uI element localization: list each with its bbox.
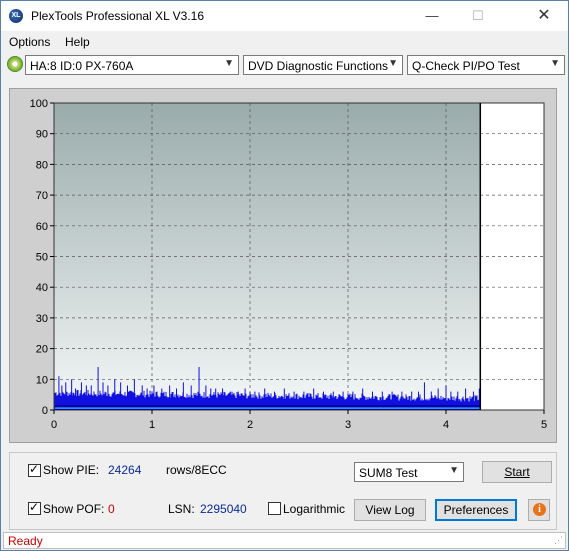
resize-grip-icon[interactable]: ⋰ — [554, 535, 563, 546]
y-tick-label: 40 — [36, 282, 48, 294]
chart-panel: 0 10 20 30 40 50 60 70 80 90 100 0 1 2 3 4 5 — [9, 88, 557, 443]
lsn-value: 2295040 — [200, 502, 247, 516]
app-window: XL PlexTools Professional XL V3.16 — ☐ ✕… — [0, 0, 569, 551]
x-tick-label: 3 — [345, 419, 351, 431]
start-button-label: Start — [504, 465, 530, 479]
x-tick-label: 1 — [149, 419, 155, 431]
y-tick-label: 30 — [36, 313, 48, 325]
logarithmic-checkbox[interactable] — [268, 502, 281, 515]
y-tick-label: 10 — [36, 374, 48, 386]
status-text: Ready — [8, 534, 43, 548]
preferences-button[interactable]: Preferences — [435, 499, 517, 521]
test-type-select-value: Q-Check PI/PO Test — [412, 59, 520, 73]
chevron-down-icon: ▼ — [550, 58, 560, 69]
pie-value: 24264 — [108, 463, 142, 477]
y-tick-label: 100 — [30, 98, 48, 110]
drive-select[interactable]: HA:8 ID:0 PX-760A ▼ — [25, 55, 239, 75]
control-panel: Show PIE: 24264 rows/8ECC SUM8 Test ▼ St… — [9, 452, 557, 530]
pipo-chart: 0 10 20 30 40 50 60 70 80 90 100 0 1 2 3 4 5 — [30, 98, 547, 431]
menu-bar: Options Help — [1, 32, 568, 52]
drive-select-value: HA:8 ID:0 PX-760A — [30, 59, 134, 73]
start-button[interactable]: Start — [482, 461, 552, 483]
sum-test-select-value: SUM8 Test — [359, 466, 418, 480]
lsn-label: LSN: — [168, 502, 195, 516]
pof-value: 0 — [108, 502, 115, 516]
minimize-button[interactable]: — — [409, 1, 455, 31]
status-bar: Ready ⋰ — [3, 532, 566, 549]
chevron-down-icon: ▼ — [224, 58, 234, 69]
sum-test-select[interactable]: SUM8 Test ▼ — [354, 462, 464, 482]
chevron-down-icon: ▼ — [388, 58, 398, 69]
x-tick-label: 0 — [51, 419, 57, 431]
y-tick-label: 80 — [36, 159, 48, 171]
menu-help[interactable]: Help — [65, 35, 90, 49]
view-log-button[interactable]: View Log — [354, 499, 426, 521]
plextools-logo-icon: XL — [9, 9, 23, 23]
title-bar: XL PlexTools Professional XL V3.16 — ☐ ✕ — [1, 1, 568, 31]
y-tick-label: 20 — [36, 344, 48, 356]
y-tick-label: 70 — [36, 190, 48, 202]
x-tick-label: 4 — [443, 419, 449, 431]
menu-options[interactable]: Options — [9, 35, 50, 49]
info-icon: i — [533, 503, 546, 516]
preferences-button-label: Preferences — [443, 503, 509, 517]
x-tick-label: 5 — [541, 419, 547, 431]
info-button[interactable]: i — [528, 499, 550, 521]
y-tick-label: 50 — [36, 252, 48, 264]
window-title: PlexTools Professional XL V3.16 — [31, 9, 204, 23]
maximize-button[interactable]: ☐ — [455, 1, 501, 31]
y-tick-label: 60 — [36, 221, 48, 233]
show-pie-label: Show PIE: — [43, 463, 100, 477]
x-tick-label: 2 — [247, 419, 253, 431]
y-tick-label: 0 — [42, 405, 48, 417]
close-button[interactable]: ✕ — [521, 1, 567, 31]
function-select-value: DVD Diagnostic Functions — [248, 59, 389, 73]
chevron-down-icon: ▼ — [449, 465, 459, 476]
logarithmic-label: Logarithmic — [283, 502, 346, 516]
test-type-select[interactable]: Q-Check PI/PO Test ▼ — [407, 55, 565, 75]
show-pof-label: Show POF: — [43, 502, 105, 516]
pie-unit: rows/8ECC — [166, 463, 227, 477]
function-select[interactable]: DVD Diagnostic Functions ▼ — [243, 55, 403, 75]
show-pof-checkbox[interactable] — [28, 500, 41, 515]
toolbar: HA:8 ID:0 PX-760A ▼ DVD Diagnostic Funct… — [1, 53, 568, 79]
view-log-button-label: View Log — [365, 503, 415, 517]
show-pie-checkbox[interactable] — [28, 462, 41, 477]
y-tick-label: 90 — [36, 129, 48, 141]
